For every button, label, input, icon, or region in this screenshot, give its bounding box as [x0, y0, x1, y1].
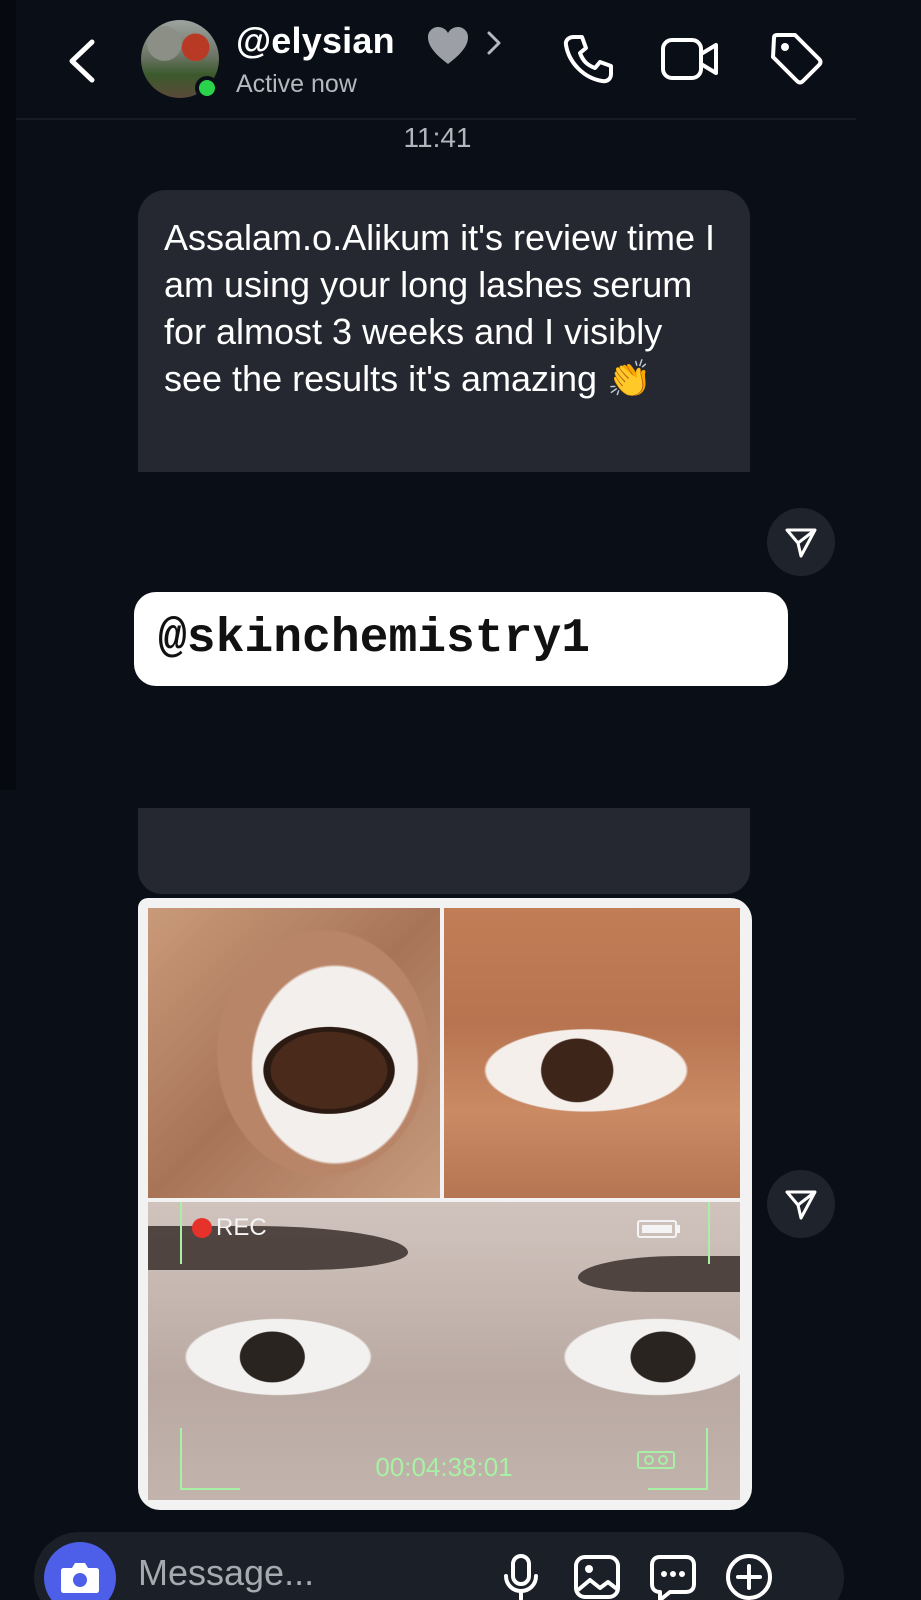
plus-icon[interactable] [724, 1552, 774, 1600]
call-button[interactable] [560, 32, 614, 86]
share-button[interactable] [767, 1170, 835, 1238]
gallery-icon[interactable] [572, 1552, 622, 1600]
rec-timecode: 00:04:38:01 [375, 1452, 513, 1482]
video-camera-icon [661, 38, 718, 80]
grey-heart-icon [428, 27, 468, 64]
phone-icon [563, 35, 613, 84]
tag-button[interactable] [768, 30, 824, 86]
message-timestamp: 11:41 [403, 122, 472, 153]
presence-status: Active now [236, 70, 357, 98]
share-button[interactable] [767, 508, 835, 576]
header-divider [16, 118, 856, 120]
image-message[interactable]: REC 00:04:38:01 [138, 898, 752, 1510]
eye-photo-closeup [148, 908, 440, 1198]
video-call-button[interactable] [660, 32, 720, 86]
viewfinder-corner [180, 1202, 182, 1264]
eyes-camera-frame-photo: REC 00:04:38:01 [148, 1202, 740, 1500]
rec-indicator-dot [192, 1218, 212, 1238]
camera-icon [61, 1563, 99, 1593]
camera-button[interactable] [44, 1542, 116, 1600]
chat-header: @elysian Active now [0, 0, 921, 120]
sticker-icon[interactable] [648, 1552, 698, 1600]
message-composer [34, 1532, 844, 1600]
eyebrow-shape [148, 1226, 408, 1270]
eye-photo-lashes [444, 908, 740, 1198]
viewfinder-corner [708, 1202, 710, 1264]
online-status-dot [195, 76, 219, 100]
back-button[interactable] [62, 36, 106, 86]
chevron-right-icon[interactable] [484, 28, 504, 58]
message-bubble-empty [138, 808, 750, 894]
message-bubble[interactable]: Assalam.o.Alikum it's review time I am u… [138, 190, 750, 472]
eyebrow-shape [578, 1256, 740, 1292]
microphone-icon[interactable] [496, 1552, 546, 1600]
watermark-label: @skinchemistry1 [134, 592, 788, 686]
message-input[interactable] [138, 1548, 468, 1598]
message-text: Assalam.o.Alikum it's review time I am u… [164, 217, 716, 399]
chevron-left-icon [69, 39, 95, 83]
battery-icon [637, 1220, 680, 1238]
contact-name[interactable]: @elysian [236, 20, 395, 62]
tag-icon [771, 33, 823, 85]
rec-label: REC [216, 1214, 267, 1241]
send-icon [785, 528, 817, 558]
send-icon [785, 1190, 817, 1220]
